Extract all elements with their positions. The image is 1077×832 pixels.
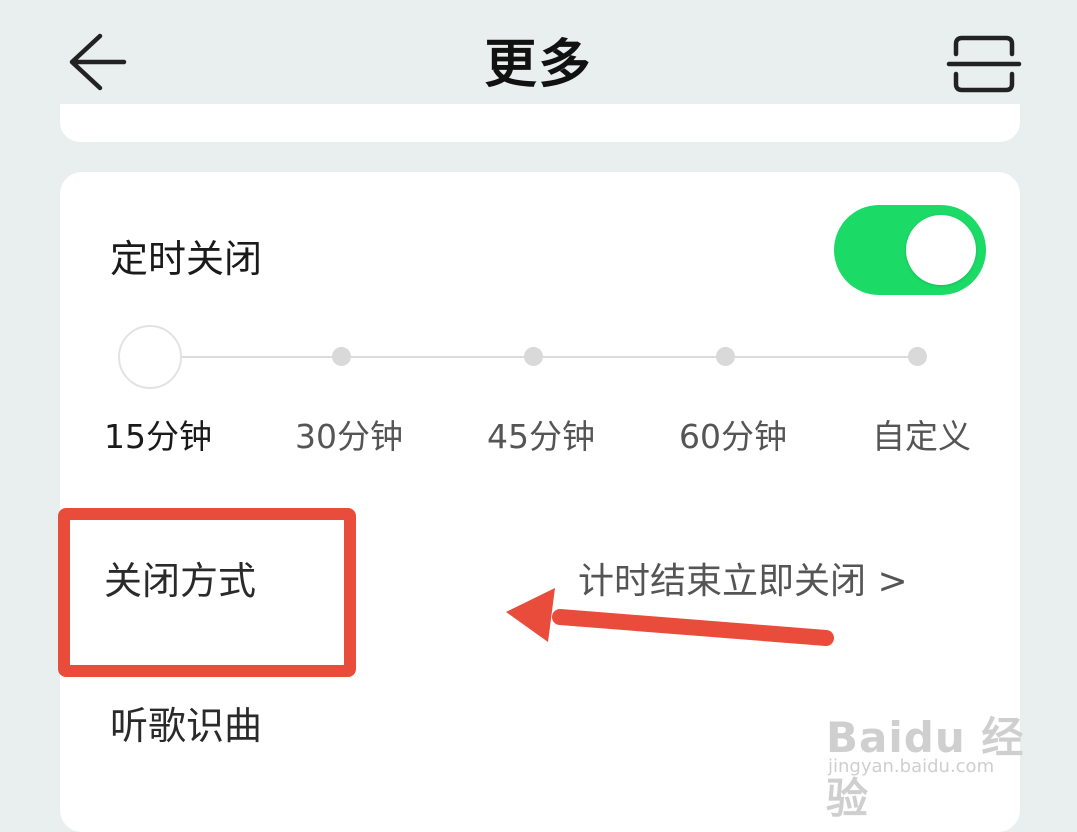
option-30-min[interactable]: 30分钟 [295,410,403,458]
option-custom[interactable]: 自定义 [872,410,971,458]
annotation-arrow-icon [506,588,834,646]
slider-tick-45[interactable] [524,347,543,366]
timer-slider-thumb[interactable] [118,325,182,389]
option-15-min[interactable]: 15分钟 [104,410,212,458]
slider-tick-custom[interactable] [908,347,927,366]
song-recognition-label[interactable]: 听歌识曲 [110,695,262,750]
previous-card [60,104,1020,142]
page-title: 更多 [484,35,593,95]
watermark-site: jingyan.baidu.com [828,756,995,777]
toggle-knob [906,215,976,285]
slider-tick-30[interactable] [332,347,351,366]
slider-tick-60[interactable] [716,347,735,366]
option-45-min[interactable]: 45分钟 [487,410,595,458]
option-60-min[interactable]: 60分钟 [679,410,787,458]
timer-off-toggle[interactable] [834,205,986,295]
timer-off-label: 定时关闭 [110,237,263,281]
baidu-watermark: Baidu 经验 jingyan.baidu.com [826,686,1026,823]
annotation-highlight-box [58,508,356,677]
scan-button[interactable] [946,32,1022,96]
scan-icon [946,35,1022,93]
